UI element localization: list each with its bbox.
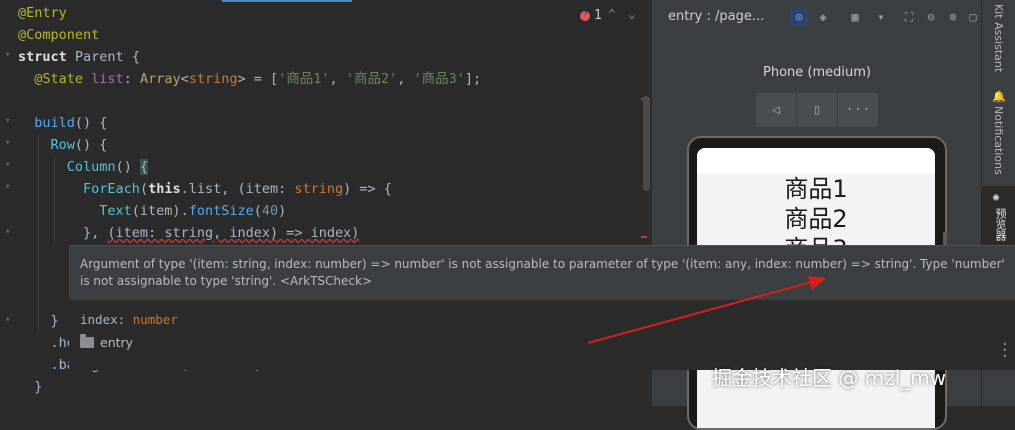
code-line-error: }, (item: string, index) => index) (83, 225, 360, 241)
kit-assistant-tab[interactable]: Kit Assistant (992, 4, 1005, 72)
parameter-info: index: number (80, 312, 178, 327)
previewer-tab: 预览器 (994, 208, 1007, 241)
grid-icon[interactable]: ▦ (846, 8, 864, 26)
crop-icon[interactable]: ⛶ (900, 8, 918, 26)
zoom-out-icon[interactable]: ⊖ (922, 8, 940, 26)
status-bar (697, 148, 935, 174)
previous-error-arrow-icon[interactable]: ⌃ (608, 7, 616, 22)
notifications-tab[interactable]: Notifications (992, 106, 1005, 175)
code-line: Text(item).fontSize(40) (99, 203, 287, 219)
rotate-device-icon[interactable]: ▯ (797, 93, 838, 127)
code-line: @Entry (18, 5, 67, 21)
more-vertical-icon[interactable]: · · · (1001, 338, 1009, 364)
eye-icon: ◉ (993, 192, 1000, 203)
error-tooltip: Argument of type '(item: string, index: … (69, 245, 1015, 301)
folder-icon (80, 334, 94, 348)
back-icon[interactable]: ◁ (756, 93, 797, 127)
device-toolbar: ◁ ▯ ··· (756, 93, 878, 127)
error-stripe-mark[interactable] (641, 236, 647, 238)
fold-icon[interactable]: ▾ (5, 116, 10, 126)
fit-screen-icon[interactable]: ▢ (964, 8, 982, 26)
layers-icon[interactable]: ◈ (814, 8, 832, 26)
fold-icon[interactable]: ▾ (5, 138, 10, 148)
error-count: 1 (594, 8, 602, 23)
fold-icon[interactable]: ▴ (5, 226, 10, 236)
code-line: ForEach(this.list, (item: string) => { (83, 181, 392, 197)
code-line: Column() { (66, 159, 149, 175)
active-tab-indicator (222, 0, 352, 2)
code-line: } (34, 379, 43, 395)
code-line: @Component (18, 27, 100, 43)
fold-icon[interactable]: ▾ (5, 50, 10, 60)
fold-icon[interactable]: ▴ (5, 314, 10, 324)
zoom-in-icon[interactable]: ⊕ (944, 8, 962, 26)
device-name: Phone (medium) (763, 65, 871, 80)
component-tree-icon[interactable]: ⊙ (790, 8, 808, 26)
code-line: struct Parent { (18, 49, 140, 65)
module-row: entry (80, 334, 134, 350)
previewer-title[interactable]: entry : /page... (668, 9, 764, 24)
fold-icon[interactable]: ▾ (5, 160, 10, 170)
vertical-scrollbar[interactable] (643, 96, 650, 191)
code-line: } (50, 313, 59, 329)
module-name: entry (100, 335, 134, 350)
error-message: Argument of type '(item: string, index: … (80, 257, 1005, 288)
more-options-icon[interactable]: ··· (838, 93, 878, 127)
bell-icon: 🔔 (992, 90, 1006, 103)
chevron-down-icon[interactable]: ▾ (872, 8, 890, 26)
product-text: 商品2 (784, 205, 848, 233)
watermark: 掘金技术社区 @ mzl_mw (712, 366, 947, 390)
product-text: 商品1 (784, 175, 848, 203)
error-icon (580, 8, 590, 21)
code-line: .he (50, 335, 75, 351)
next-error-arrow-icon[interactable]: ⌄ (628, 7, 636, 22)
code-line: @State list: Array<string> = ['商品1', '商品… (34, 71, 482, 87)
code-line: Row() { (50, 137, 108, 153)
code-line: build() { (34, 115, 108, 131)
error-count-indicator[interactable]: 1 (580, 8, 602, 23)
fold-icon[interactable]: ▾ (5, 182, 10, 192)
parameter-info-popup: index: number entry · · · (69, 300, 1015, 370)
